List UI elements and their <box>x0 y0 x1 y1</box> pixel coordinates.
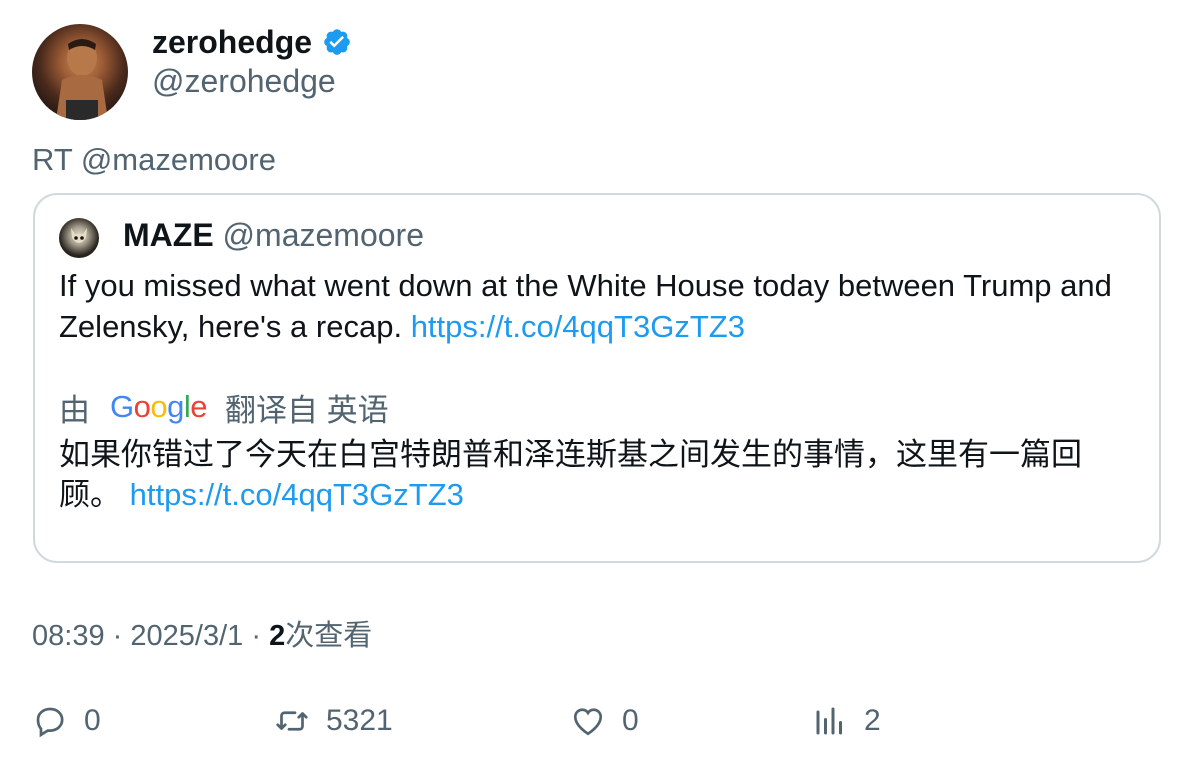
google-logo: Google <box>110 389 208 424</box>
translated-from-label: 翻译自 英语 <box>225 392 389 428</box>
retweet-icon <box>276 711 308 731</box>
reply-icon <box>36 707 64 738</box>
tweet-date[interactable]: 2025/3/1 <box>130 620 243 652</box>
translated-text: 如果你错过了今天在白宫特朗普和泽连斯基之间发生的事情，这里有一篇回顾。 http… <box>59 435 1139 515</box>
verified-badge-icon[interactable] <box>322 27 352 57</box>
quoted-tweet-link[interactable]: https://t.co/4qqT3GzTZ3 <box>411 309 745 344</box>
translation-attribution: 由 Google 翻译自 英语 <box>59 385 389 429</box>
quoted-author-handle: @mazemoore <box>222 217 424 253</box>
meta-separator: · <box>112 620 123 652</box>
quoted-author-name: MAZE <box>123 217 214 253</box>
tweet-meta: 08:39 · 2025/3/1 · 2次查看 <box>32 612 372 654</box>
tweet-time[interactable]: 08:39 <box>32 620 105 652</box>
reply-count: 0 <box>84 704 101 737</box>
like-count: 0 <box>622 704 639 737</box>
views-button[interactable]: 2 <box>812 696 881 746</box>
quoted-tweet-text: If you missed what went down at the Whit… <box>59 265 1139 347</box>
reply-button[interactable]: 0 <box>32 696 101 746</box>
author-block: zerohedge @zerohedge <box>152 22 352 100</box>
author-name[interactable]: zerohedge <box>152 24 312 61</box>
views-count: 2 <box>269 620 286 652</box>
action-bar: 0 5321 0 2 <box>0 696 1196 746</box>
translation-by-label: 由 <box>59 392 90 428</box>
quoted-author-avatar <box>59 218 99 258</box>
views-label: 次查看 <box>285 620 373 652</box>
retweet-button[interactable]: 5321 <box>274 696 393 746</box>
like-button[interactable]: 0 <box>570 696 639 746</box>
retweet-line: RT @mazemoore <box>32 142 276 177</box>
retweet-count: 5321 <box>326 704 393 737</box>
quoted-tweet-card[interactable]: MAZE @mazemoore If you missed what went … <box>33 193 1161 563</box>
analytics-icon <box>816 707 842 735</box>
meta-separator-2: · <box>251 620 261 652</box>
author-avatar[interactable] <box>32 24 128 120</box>
translated-link[interactable]: https://t.co/4qqT3GzTZ3 <box>130 477 464 512</box>
author-handle[interactable]: @zerohedge <box>152 62 352 100</box>
quoted-author-line: MAZE @mazemoore <box>123 215 424 255</box>
views-action-count: 2 <box>864 704 881 737</box>
heart-icon <box>573 708 603 736</box>
